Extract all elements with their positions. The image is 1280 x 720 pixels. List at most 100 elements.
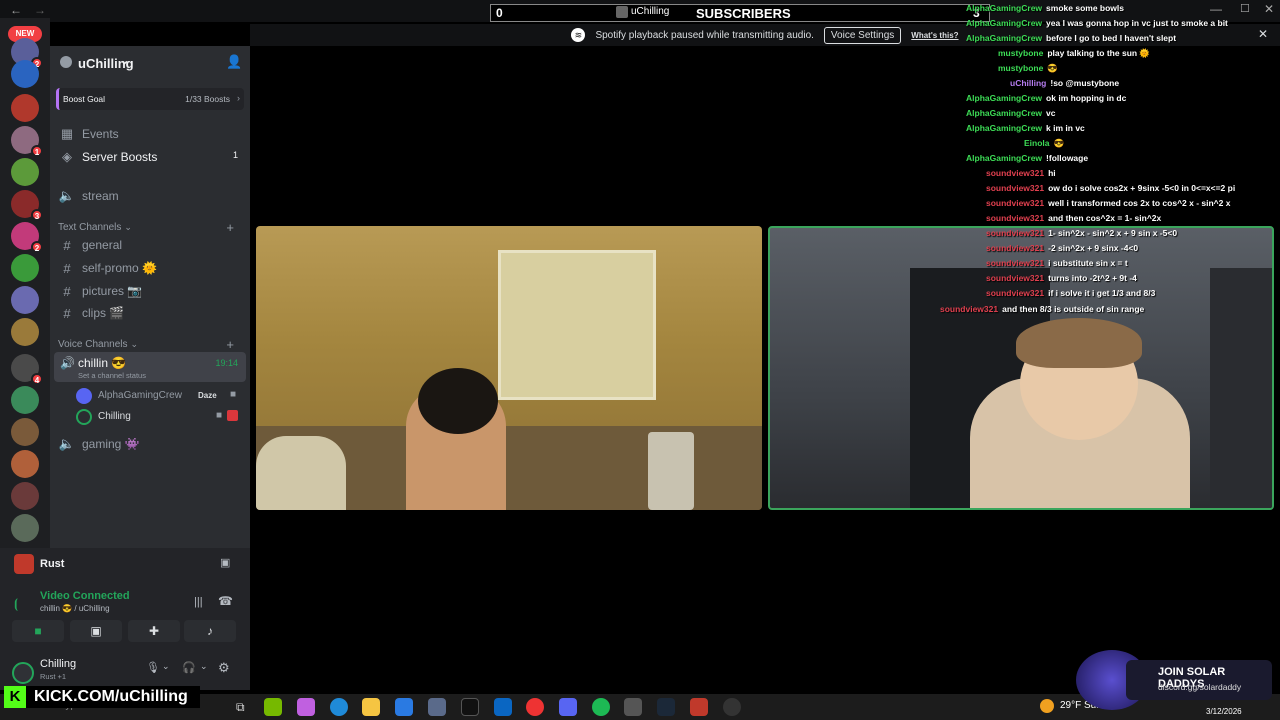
voice-member[interactable]: Chilling ■ bbox=[76, 407, 242, 427]
weather-icon bbox=[1040, 699, 1054, 713]
guild-header[interactable]: uChilling ⌄ 👤 bbox=[50, 46, 250, 80]
window-blinds bbox=[498, 250, 656, 400]
chat-message: soundview321 i substitute sin x = t bbox=[986, 258, 1128, 268]
chat-message: AlphaGamingCrew vc bbox=[966, 108, 1056, 118]
server-icon[interactable]: 3 bbox=[11, 190, 43, 221]
chat-message: AlphaGamingCrew k im in vc bbox=[966, 123, 1085, 133]
kick-banner: K KICK.COM/uChilling bbox=[4, 686, 200, 708]
app-icon[interactable] bbox=[428, 698, 446, 716]
activities-button[interactable]: ✚ bbox=[128, 620, 180, 642]
noise-suppression-icon[interactable]: ||| bbox=[194, 596, 203, 608]
gear-icon[interactable]: ⚙ bbox=[218, 660, 230, 676]
server-icon[interactable] bbox=[11, 60, 39, 88]
server-boosts-badge: 1 bbox=[232, 150, 238, 160]
voice-channels-category[interactable]: Voice Channels ⌄ + bbox=[58, 337, 242, 352]
voice-channel-gaming[interactable]: 🔈 gaming 👾 bbox=[58, 434, 242, 454]
hair bbox=[418, 368, 498, 434]
channel-stream[interactable]: 🔈 stream bbox=[58, 186, 242, 206]
server-icon[interactable]: 4 bbox=[11, 354, 43, 385]
channel-label: stream bbox=[82, 189, 119, 203]
edge-icon[interactable] bbox=[330, 698, 348, 716]
screen-share-icon[interactable]: ▣ bbox=[220, 556, 230, 569]
hash-icon: # bbox=[63, 237, 71, 253]
connection-status[interactable]: Video Connected bbox=[40, 590, 130, 602]
server-icon[interactable] bbox=[11, 514, 39, 542]
channel-clips[interactable]: # clips 🎬 bbox=[58, 303, 242, 323]
events-item[interactable]: ▦ Events bbox=[58, 124, 242, 144]
server-icon[interactable] bbox=[11, 418, 39, 446]
signal-icon: ⦗ bbox=[14, 596, 19, 611]
discord-icon[interactable] bbox=[559, 698, 577, 716]
voice-channel-status[interactable]: Set a channel status bbox=[78, 371, 146, 380]
chat-message: AlphaGamingCrew smoke some bowls bbox=[966, 3, 1124, 13]
server-icon[interactable] bbox=[11, 286, 39, 314]
solar-link: discord.gg/solardaddy bbox=[1158, 682, 1242, 692]
headphones-icon[interactable]: 🎧 bbox=[182, 661, 196, 674]
spotify-taskbar-icon[interactable] bbox=[592, 698, 610, 716]
server-icon[interactable] bbox=[11, 254, 39, 282]
server-icon[interactable]: 2 bbox=[11, 222, 43, 253]
channel-pictures[interactable]: # pictures 📷 bbox=[58, 281, 242, 301]
voice-channel-chillin[interactable]: 🔊 chillin 😎 19:14 Set a channel status bbox=[54, 352, 246, 382]
steam-icon[interactable] bbox=[657, 698, 675, 716]
chat-message: AlphaGamingCrew yea I was gonna hop in vc… bbox=[966, 18, 1228, 28]
chat-message: soundview321 hi bbox=[986, 168, 1056, 178]
avatar[interactable] bbox=[12, 662, 34, 684]
server-icon[interactable] bbox=[11, 482, 39, 510]
server-icon[interactable] bbox=[11, 450, 39, 478]
chrome-icon[interactable] bbox=[526, 698, 544, 716]
forward-arrow-icon[interactable]: → bbox=[34, 3, 46, 17]
soundboard-button[interactable]: ♪ bbox=[184, 620, 236, 642]
category-label: Text Channels bbox=[58, 222, 122, 233]
boost-goal-bar[interactable]: Boost Goal 1/33 Boosts › bbox=[56, 88, 244, 110]
back-arrow-icon[interactable]: ← bbox=[10, 3, 22, 17]
channel-label: clips 🎬 bbox=[82, 306, 125, 320]
member-name: AlphaGamingCrew bbox=[98, 390, 182, 401]
settings-icon[interactable] bbox=[624, 698, 642, 716]
task-view-icon[interactable]: ⧉ bbox=[236, 700, 245, 715]
server-icon[interactable]: 1 bbox=[11, 126, 43, 157]
store-icon[interactable] bbox=[395, 698, 413, 716]
voice-member[interactable]: AlphaGamingCrew Daze ■ bbox=[76, 386, 242, 406]
video-camera-icon: ■ bbox=[215, 410, 222, 421]
chevron-down-icon[interactable]: ⌄ bbox=[162, 661, 170, 672]
channel-self-promo[interactable]: # self-promo 🌞 bbox=[58, 258, 242, 278]
voice-channel-label: chillin 😎 bbox=[78, 356, 127, 370]
channel-general[interactable]: # general bbox=[58, 235, 242, 255]
connection-location[interactable]: chillin 😎 / uChilling bbox=[40, 604, 110, 613]
chevron-down-icon: ⌄ bbox=[120, 55, 130, 67]
screen-share-button[interactable]: ▣ bbox=[70, 620, 122, 642]
outlook-icon[interactable] bbox=[494, 698, 512, 716]
text-channels-category[interactable]: Text Channels ⌄ + bbox=[58, 220, 242, 235]
video-tile-left[interactable] bbox=[256, 226, 762, 510]
spotify-icon: ≋ bbox=[571, 28, 586, 42]
chat-message: soundview321 and then cos^2x = 1- sin^2x bbox=[986, 213, 1162, 223]
kick-logo-icon: K bbox=[4, 686, 26, 708]
video-camera-icon: ■ bbox=[229, 389, 236, 400]
chat-message: soundview321 if i solve it i get 1/3 and … bbox=[986, 288, 1156, 298]
chevron-down-icon[interactable]: ⌄ bbox=[200, 661, 208, 672]
server-icon[interactable] bbox=[11, 158, 39, 186]
file-explorer-icon[interactable] bbox=[362, 698, 380, 716]
rust-icon[interactable] bbox=[690, 698, 708, 716]
tiktok-icon[interactable] bbox=[461, 698, 479, 716]
disconnect-icon[interactable]: ☎ bbox=[218, 594, 233, 608]
spotify-message: Spotify playback paused while transmitti… bbox=[595, 29, 814, 41]
nvidia-icon[interactable] bbox=[264, 698, 282, 716]
create-channel-icon[interactable]: + bbox=[226, 220, 234, 235]
server-icon[interactable] bbox=[11, 386, 39, 414]
server-boosts-label: Server Boosts bbox=[82, 150, 158, 164]
chat-message: soundview321 well i transformed cos 2x to… bbox=[986, 198, 1231, 208]
microphone-icon[interactable]: 🎙 bbox=[146, 661, 160, 674]
server-icon[interactable] bbox=[11, 94, 39, 122]
app-icon[interactable] bbox=[297, 698, 315, 716]
create-channel-icon[interactable]: + bbox=[226, 337, 234, 352]
blanket bbox=[256, 436, 346, 510]
server-icon[interactable] bbox=[11, 318, 39, 346]
invite-people-icon[interactable]: 👤 bbox=[226, 54, 242, 70]
app-icon[interactable] bbox=[723, 698, 741, 716]
server-boosts-item[interactable]: ◈ Server Boosts 1 bbox=[58, 147, 242, 167]
voice-settings-button[interactable]: Voice Settings bbox=[823, 26, 902, 44]
channel-label: gaming 👾 bbox=[82, 437, 140, 451]
camera-button[interactable]: ■ bbox=[12, 620, 64, 642]
